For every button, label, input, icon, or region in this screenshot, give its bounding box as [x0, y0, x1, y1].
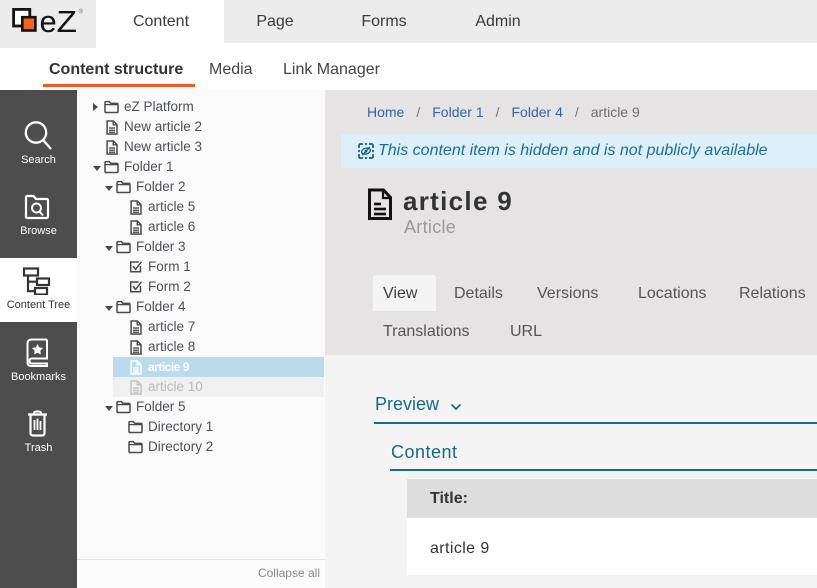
svg-text:Z: Z — [57, 6, 78, 39]
svg-text:e: e — [40, 6, 57, 39]
svg-text:®: ® — [79, 9, 84, 16]
